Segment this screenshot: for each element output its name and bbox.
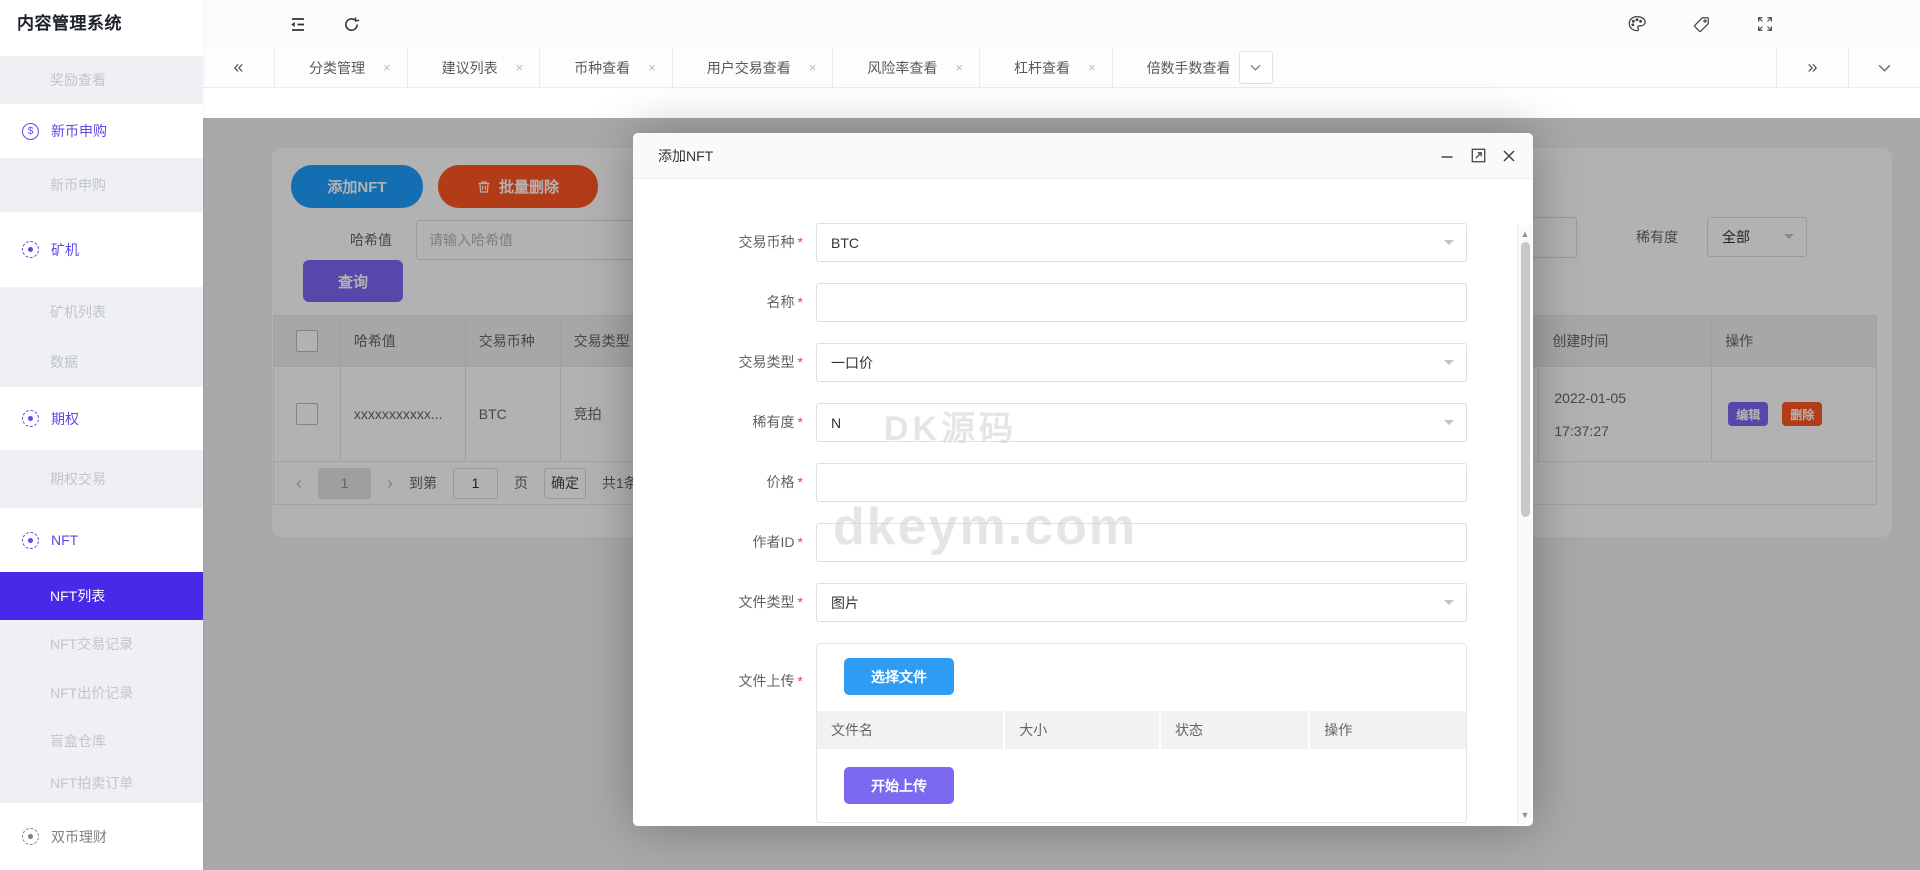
trade-coin-select[interactable]: BTC — [816, 223, 1467, 262]
tabs-scroll-left-icon[interactable] — [203, 48, 275, 87]
tab-multiplier-lots-view[interactable]: 倍数手数查看 — [1113, 48, 1235, 87]
rarity-select[interactable]: N — [816, 403, 1467, 442]
dollar-circle-icon — [22, 123, 39, 140]
modal-scrollbar[interactable]: ▲ ▼ — [1517, 225, 1532, 824]
sidebar-item-nft-bid-records[interactable]: NFT出价记录 — [0, 668, 203, 718]
tab-dropdown-icon[interactable] — [1239, 51, 1273, 84]
required-mark: * — [798, 474, 803, 490]
file-type-select[interactable]: 图片 — [816, 583, 1467, 622]
compass-icon — [22, 828, 39, 845]
scrollbar-thumb[interactable] — [1521, 242, 1530, 517]
tab-coin-view[interactable]: 币种查看 — [540, 48, 673, 87]
sidebar-item-nft-trade-records[interactable]: NFT交易记录 — [0, 620, 203, 668]
add-nft-modal: 添加NFT 交易币种* BTC 名称* 交易类型* 一口价 — [633, 133, 1533, 826]
compass-icon — [22, 241, 39, 258]
form-row-rarity: 稀有度* N — [633, 403, 1533, 442]
required-mark: * — [798, 354, 803, 370]
form-row-file-type: 文件类型* 图片 — [633, 583, 1533, 622]
sidebar-item-new-coin-subscribe[interactable]: 新币申购 — [0, 158, 203, 212]
modal-header: 添加NFT — [633, 133, 1533, 179]
scroll-up-icon[interactable]: ▲ — [1518, 229, 1532, 239]
required-mark: * — [798, 234, 803, 250]
tab-user-trade-view[interactable]: 用户交易查看 — [673, 48, 834, 87]
close-tab-icon[interactable] — [648, 60, 656, 75]
modal-title: 添加NFT — [658, 146, 713, 166]
tab-risk-rate-view[interactable]: 风险率查看 — [833, 48, 980, 87]
sidebar-item-reward-view[interactable]: 奖励查看 — [0, 56, 203, 104]
required-mark: * — [798, 294, 803, 310]
chevron-down-icon — [1444, 420, 1454, 430]
file-col-size: 大小 — [1005, 711, 1161, 749]
sidebar: 内容管理系统 奖励查看 新币申购 新币申购 矿机 矿机列表 数据 期权 期权交易… — [0, 0, 203, 870]
start-upload-button[interactable]: 开始上传 — [844, 767, 954, 804]
choose-file-button[interactable]: 选择文件 — [844, 658, 954, 695]
trade-type-select[interactable]: 一口价 — [816, 343, 1467, 382]
chevron-down-icon — [1444, 600, 1454, 610]
form-row-author-id: 作者ID* — [633, 523, 1533, 562]
sidebar-item-data[interactable]: 数据 — [0, 337, 203, 387]
refresh-icon[interactable] — [341, 14, 361, 34]
file-col-actions: 操作 — [1310, 711, 1466, 749]
tab-bar: 分类管理 建议列表 币种查看 用户交易查看 风险率查看 杠杆查看 倍数手数查看 — [203, 48, 1920, 88]
maximize-icon[interactable] — [1470, 148, 1486, 164]
required-mark: * — [798, 673, 803, 689]
modal-body: 交易币种* BTC 名称* 交易类型* 一口价 稀有度* N 价格* 作者ID*… — [633, 179, 1533, 825]
close-tab-icon[interactable] — [955, 60, 963, 75]
form-row-coin: 交易币种* BTC — [633, 223, 1533, 262]
required-mark: * — [798, 594, 803, 610]
app-title: 内容管理系统 — [0, 0, 203, 48]
collapse-sidebar-icon[interactable] — [288, 14, 308, 34]
form-row-trade-type: 交易类型* 一口价 — [633, 343, 1533, 382]
tag-icon[interactable] — [1691, 14, 1711, 34]
required-mark: * — [798, 414, 803, 430]
price-input[interactable] — [816, 463, 1467, 502]
file-upload-widget: 选择文件 文件名 大小 状态 操作 开始上传 — [816, 643, 1467, 823]
sidebar-item-nft-auction-orders[interactable]: NFT拍卖订单 — [0, 763, 203, 803]
close-tab-icon[interactable] — [516, 60, 524, 75]
scroll-down-icon[interactable]: ▼ — [1518, 810, 1532, 820]
fullscreen-icon[interactable] — [1755, 14, 1775, 34]
name-input[interactable] — [816, 283, 1467, 322]
minimize-icon[interactable] — [1439, 148, 1455, 164]
close-icon[interactable] — [1501, 148, 1517, 164]
required-mark: * — [798, 534, 803, 550]
tabs-menu-chevron-icon[interactable] — [1848, 48, 1920, 87]
close-tab-icon[interactable] — [809, 60, 817, 75]
close-tab-icon[interactable] — [1088, 60, 1096, 75]
tab-suggestion-list[interactable]: 建议列表 — [408, 48, 541, 87]
file-list-header: 文件名 大小 状态 操作 — [817, 711, 1466, 749]
content-top-gap — [203, 89, 1920, 118]
tabs-scroll-right-icon[interactable] — [1776, 48, 1848, 87]
compass-icon — [22, 532, 39, 549]
theme-palette-icon[interactable] — [1627, 14, 1647, 34]
sidebar-item-miner-list[interactable]: 矿机列表 — [0, 287, 203, 337]
sidebar-item-nft-parent[interactable]: NFT — [0, 508, 203, 572]
sidebar-item-blindbox-warehouse[interactable]: 盲盒仓库 — [0, 718, 203, 763]
sidebar-item-miner-parent[interactable]: 矿机 — [0, 212, 203, 287]
close-tab-icon[interactable] — [383, 60, 391, 75]
sidebar-item-new-coin-subscribe-parent[interactable]: 新币申购 — [0, 104, 203, 158]
sidebar-item-option-parent[interactable]: 期权 — [0, 387, 203, 450]
compass-icon — [22, 410, 39, 427]
top-header-bar — [203, 0, 1920, 48]
sidebar-item-dual-currency-finance[interactable]: 双币理财 — [0, 803, 203, 870]
file-col-status: 状态 — [1161, 711, 1310, 749]
file-col-name: 文件名 — [817, 711, 1005, 749]
sidebar-item-nft-list-selected[interactable]: NFT列表 — [0, 572, 203, 620]
form-row-name: 名称* — [633, 283, 1533, 322]
chevron-down-icon — [1444, 360, 1454, 370]
tab-category-manage[interactable]: 分类管理 — [275, 48, 408, 87]
tab-leverage-view[interactable]: 杠杆查看 — [980, 48, 1113, 87]
sidebar-item-option-trade[interactable]: 期权交易 — [0, 450, 203, 508]
author-id-input[interactable] — [816, 523, 1467, 562]
form-row-price: 价格* — [633, 463, 1533, 502]
chevron-down-icon — [1444, 240, 1454, 250]
